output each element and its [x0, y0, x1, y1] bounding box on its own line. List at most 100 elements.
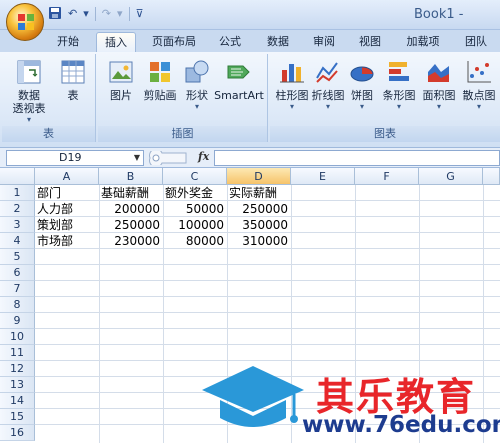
name-box[interactable]: D19 ▼: [6, 150, 144, 166]
row-header[interactable]: 16: [0, 425, 35, 441]
row-header[interactable]: 13: [0, 377, 35, 393]
bar-chart-icon: [389, 62, 409, 81]
row-header[interactable]: 6: [0, 265, 35, 281]
cell-b4[interactable]: 230000: [99, 233, 163, 249]
line-chart-button[interactable]: 折线图 ▾: [310, 58, 346, 111]
pivot-table-button[interactable]: 数据 透视表 ▾: [8, 58, 50, 124]
bar-chart-label: 条形图: [382, 89, 416, 102]
clipart-button[interactable]: 剪贴画: [140, 58, 180, 102]
row-header[interactable]: 10: [0, 329, 35, 345]
cell-b1[interactable]: 基础薪酬: [99, 185, 163, 201]
shapes-button[interactable]: 形状 ▾: [182, 58, 212, 111]
cell-a1[interactable]: 部门: [35, 185, 99, 201]
redo-dropdown-icon[interactable]: ▾: [117, 6, 123, 22]
row-header[interactable]: 7: [0, 281, 35, 297]
pivot-table-label-1: 数据: [18, 89, 40, 102]
shapes-label: 形状: [186, 89, 208, 102]
cell-d4[interactable]: 310000: [227, 233, 291, 249]
cell-c4[interactable]: 80000: [163, 233, 227, 249]
picture-icon: [109, 61, 133, 83]
picture-label: 图片: [110, 89, 132, 102]
column-header-a[interactable]: A: [35, 168, 99, 185]
undo-dropdown-icon[interactable]: ▾: [83, 6, 89, 22]
area-chart-label: 面积图: [422, 89, 456, 102]
tab-home[interactable]: 开始: [48, 32, 88, 52]
gridline: [35, 280, 500, 281]
formula-bar-grip-icon[interactable]: [148, 151, 188, 165]
row-header[interactable]: 1: [0, 185, 35, 201]
tab-data[interactable]: 数据: [258, 32, 298, 52]
column-header-d[interactable]: D: [227, 168, 291, 185]
column-header-c[interactable]: C: [163, 168, 227, 185]
shapes-dropdown-icon: ▾: [194, 102, 199, 111]
save-icon[interactable]: [48, 6, 62, 22]
row-header[interactable]: 2: [0, 201, 35, 217]
name-box-dropdown-icon[interactable]: ▼: [134, 151, 140, 165]
line-chart-label: 折线图: [311, 89, 345, 102]
bar-chart-button[interactable]: 条形图 ▾: [380, 58, 418, 111]
area-chart-icon: [428, 64, 449, 82]
column-header-b[interactable]: B: [99, 168, 163, 185]
cell-d1[interactable]: 实际薪酬: [227, 185, 291, 201]
smartart-button[interactable]: SmartArt: [214, 58, 264, 102]
cell-a2[interactable]: 人力部: [35, 201, 99, 217]
row-header[interactable]: 14: [0, 393, 35, 409]
table-icon: [61, 60, 85, 84]
shapes-icon: [185, 60, 209, 83]
column-chart-button[interactable]: 柱形图 ▾: [274, 58, 310, 111]
cell-c3[interactable]: 100000: [163, 217, 227, 233]
tab-view[interactable]: 视图: [352, 32, 388, 52]
cell-b3[interactable]: 250000: [99, 217, 163, 233]
qat-separator: [128, 7, 130, 21]
customize-qat-icon[interactable]: ⊽: [136, 6, 144, 22]
cell-b2[interactable]: 200000: [99, 201, 163, 217]
redo-icon[interactable]: ↷: [102, 6, 111, 22]
group-charts: 柱形图 ▾ 折线图 ▾ 饼图 ▾ 条形图 ▾ 面积图 ▾ 散点图 ▾ 图表: [270, 54, 500, 142]
qat-separator: [94, 7, 96, 21]
cell-a4[interactable]: 市场部: [35, 233, 99, 249]
formula-tools: fx: [148, 150, 210, 166]
cell-d2[interactable]: 250000: [227, 201, 291, 217]
tab-review[interactable]: 审阅: [306, 32, 342, 52]
tab-team[interactable]: 团队: [458, 32, 494, 52]
row-header[interactable]: 4: [0, 233, 35, 249]
cell-d3[interactable]: 350000: [227, 217, 291, 233]
column-header-g[interactable]: G: [419, 168, 483, 185]
area-chart-dropdown-icon: ▾: [436, 102, 441, 111]
office-button[interactable]: [6, 3, 44, 41]
row-header[interactable]: 9: [0, 313, 35, 329]
formula-input[interactable]: [214, 150, 500, 166]
tab-page-layout[interactable]: 页面布局: [146, 32, 202, 52]
tab-insert[interactable]: 插入: [96, 32, 136, 52]
table-label: 表: [67, 89, 79, 102]
cell-c2[interactable]: 50000: [163, 201, 227, 217]
row-header[interactable]: 11: [0, 345, 35, 361]
cell-c1[interactable]: 额外奖金: [163, 185, 227, 201]
row-header[interactable]: 8: [0, 297, 35, 313]
row-header[interactable]: 15: [0, 409, 35, 425]
picture-button[interactable]: 图片: [104, 58, 138, 102]
window-title: Book1 -: [414, 7, 464, 22]
insert-function-icon[interactable]: fx: [198, 150, 209, 163]
gridline: [35, 264, 500, 265]
row-header[interactable]: 5: [0, 249, 35, 265]
title-bar: ↶ ▾ ↷ ▾ ⊽ Book1 -: [0, 0, 500, 30]
pie-chart-button[interactable]: 饼图 ▾: [348, 58, 376, 111]
scatter-chart-button[interactable]: 散点图 ▾: [460, 58, 498, 111]
area-chart-button[interactable]: 面积图 ▾: [420, 58, 458, 111]
column-header-e[interactable]: E: [291, 168, 355, 185]
tab-formulas[interactable]: 公式: [212, 32, 248, 52]
undo-icon[interactable]: ↶: [68, 6, 77, 22]
row-header[interactable]: 3: [0, 217, 35, 233]
column-header-f[interactable]: F: [355, 168, 419, 185]
row-header[interactable]: 12: [0, 361, 35, 377]
cell-a3[interactable]: 策划部: [35, 217, 99, 233]
ribbon-tabs: 开始 插入 页面布局 公式 数据 审阅 视图 加载项 团队: [0, 30, 500, 52]
watermark: 其乐教育 www.76edu.com: [198, 360, 500, 443]
column-header-h[interactable]: [483, 168, 500, 185]
select-all-corner[interactable]: [0, 168, 35, 185]
ribbon-panel: 数据 透视表 ▾ 表 表 图片 剪贴画 形状 ▾ SmartArt 插图 柱形图…: [0, 52, 500, 148]
tab-addins[interactable]: 加载项: [398, 32, 448, 52]
bar-chart-dropdown-icon: ▾: [396, 102, 401, 111]
table-button[interactable]: 表: [56, 58, 90, 102]
